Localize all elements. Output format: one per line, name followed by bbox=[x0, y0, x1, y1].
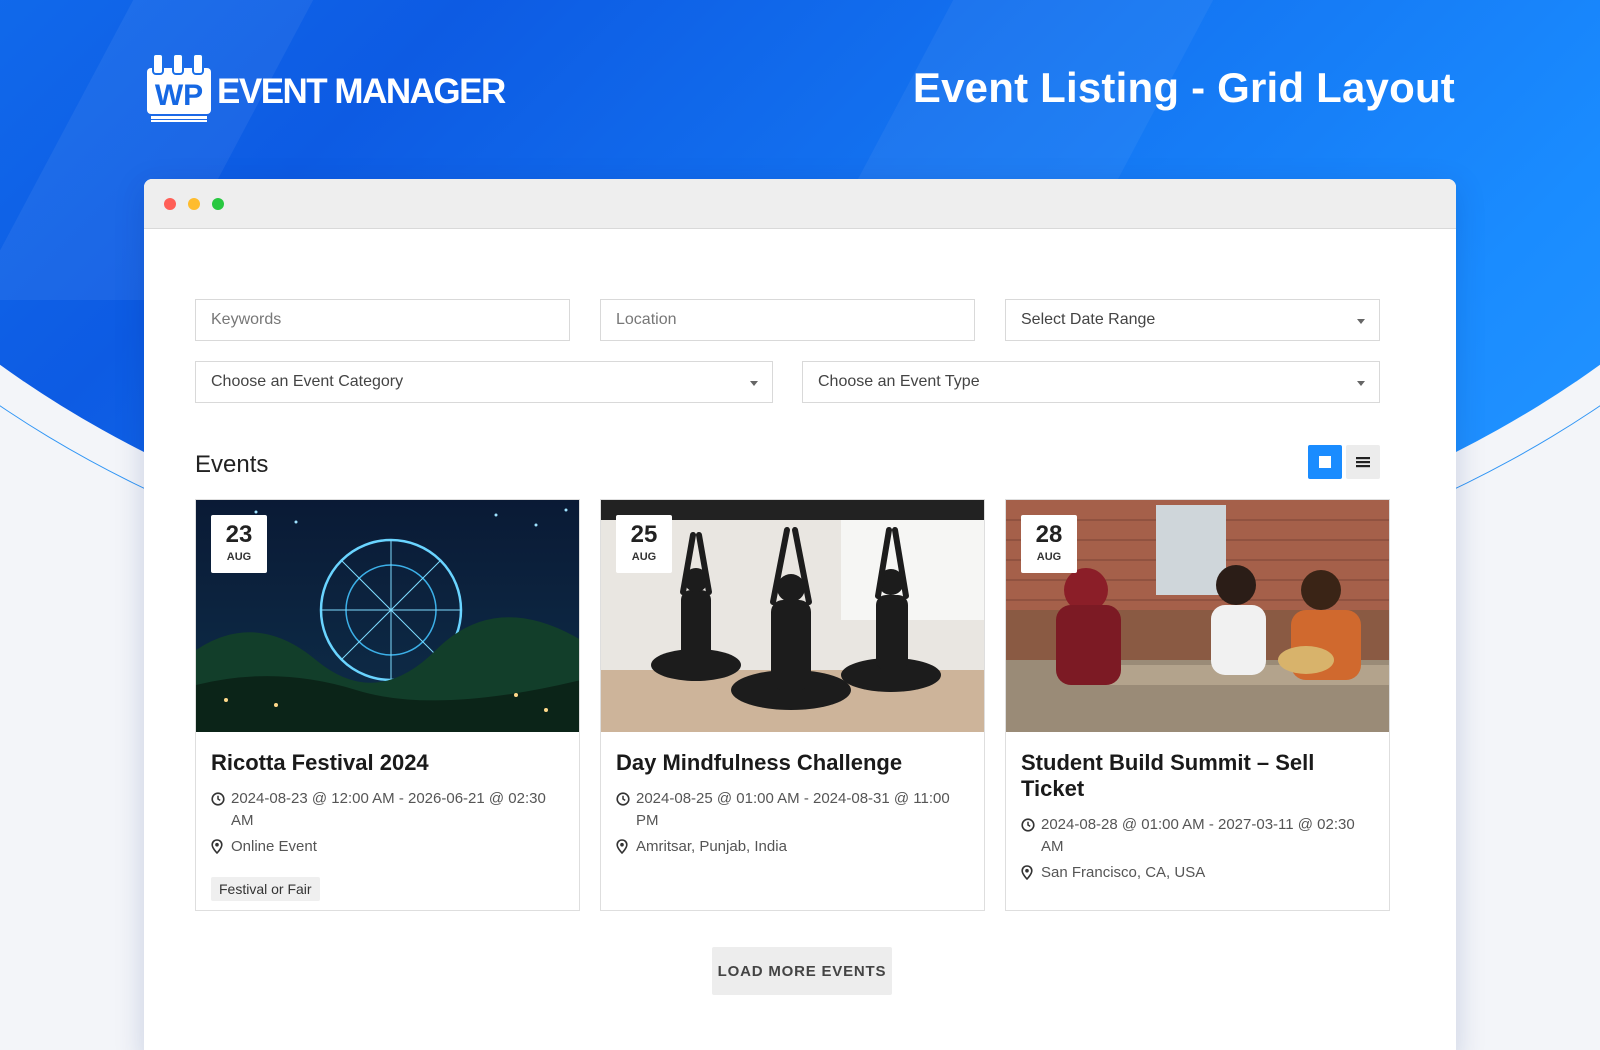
browser-window: Select Date Range Choose an Event Catego… bbox=[144, 179, 1456, 1050]
clock-icon bbox=[616, 788, 636, 832]
maximize-dot[interactable] bbox=[212, 197, 224, 210]
event-image[interactable]: 25 AUG bbox=[601, 500, 984, 732]
date-badge: 28 AUG bbox=[1021, 515, 1077, 573]
event-image[interactable]: 23 AUG bbox=[196, 500, 579, 732]
event-day: 25 bbox=[630, 521, 658, 548]
minimize-dot[interactable] bbox=[188, 197, 200, 210]
event-month: AUG bbox=[1036, 551, 1062, 563]
event-title[interactable]: Student Build Summit – Sell Ticket bbox=[1021, 750, 1374, 802]
clock-icon bbox=[1021, 814, 1041, 858]
event-location: Online Event bbox=[231, 838, 317, 855]
event-location: San Francisco, CA, USA bbox=[1041, 864, 1206, 881]
close-dot[interactable] bbox=[164, 197, 176, 210]
brand-name: EVENT MANAGER bbox=[217, 72, 506, 111]
page-title: Event Listing - Grid Layout bbox=[912, 64, 1455, 111]
category-select[interactable]: Choose an Event Category bbox=[195, 361, 773, 403]
event-title[interactable]: Ricotta Festival 2024 bbox=[211, 750, 564, 776]
event-image[interactable]: 28 AUG bbox=[1006, 500, 1389, 732]
event-month: AUG bbox=[226, 551, 252, 563]
list-view-button[interactable] bbox=[1346, 445, 1380, 479]
event-card[interactable]: 23 AUG Ricotta Festival 2024 2024-08-23 … bbox=[195, 499, 580, 911]
date-range-select[interactable]: Select Date Range bbox=[1005, 299, 1380, 341]
load-more-button[interactable]: LOAD MORE EVENTS bbox=[712, 947, 892, 995]
list-icon bbox=[1356, 457, 1370, 468]
chevron-down-icon bbox=[1357, 319, 1365, 324]
view-toggle bbox=[1304, 445, 1380, 479]
keywords-field[interactable] bbox=[195, 299, 570, 341]
type-select[interactable]: Choose an Event Type bbox=[802, 361, 1380, 403]
brand-logo[interactable]: WP EVENT MANAGER bbox=[145, 53, 506, 124]
event-datetime: 2024-08-28 @ 01:00 AM - 2027-03-11 @ 02:… bbox=[1041, 816, 1355, 855]
event-day: 28 bbox=[1035, 521, 1063, 548]
window-titlebar bbox=[144, 179, 1456, 229]
chevron-down-icon bbox=[1357, 381, 1365, 386]
wp-logo-icon: WP bbox=[145, 53, 213, 124]
event-day: 23 bbox=[225, 521, 253, 548]
grid-icon bbox=[1319, 456, 1331, 468]
event-datetime: 2024-08-25 @ 01:00 AM - 2024-08-31 @ 11:… bbox=[636, 790, 950, 829]
type-value: Choose an Event Type bbox=[818, 373, 980, 390]
event-card[interactable]: 28 AUG Student Build Summit – Sell Ticke… bbox=[1005, 499, 1390, 911]
event-category-tag[interactable]: Festival or Fair bbox=[211, 877, 320, 901]
chevron-down-icon bbox=[750, 381, 758, 386]
grid-view-button[interactable] bbox=[1308, 445, 1342, 479]
event-datetime: 2024-08-23 @ 12:00 AM - 2026-06-21 @ 02:… bbox=[231, 790, 546, 829]
date-badge: 25 AUG bbox=[616, 515, 672, 573]
event-month: AUG bbox=[631, 551, 657, 563]
event-location: Amritsar, Punjab, India bbox=[636, 838, 787, 855]
location-input[interactable] bbox=[616, 311, 974, 329]
map-pin-icon bbox=[211, 836, 231, 861]
map-pin-icon bbox=[616, 836, 636, 861]
events-heading: Events bbox=[195, 451, 269, 478]
location-field[interactable] bbox=[600, 299, 975, 341]
category-value: Choose an Event Category bbox=[211, 373, 404, 390]
keywords-input[interactable] bbox=[211, 311, 569, 329]
event-card[interactable]: 25 AUG Day Mindfulness Challenge 2024-08… bbox=[600, 499, 985, 911]
event-grid: 23 AUG Ricotta Festival 2024 2024-08-23 … bbox=[195, 499, 1405, 911]
clock-icon bbox=[211, 788, 231, 832]
map-pin-icon bbox=[1021, 862, 1041, 887]
event-title[interactable]: Day Mindfulness Challenge bbox=[616, 750, 969, 776]
svg-text:WP: WP bbox=[155, 79, 203, 112]
date-range-value: Select Date Range bbox=[1021, 311, 1156, 328]
date-badge: 23 AUG bbox=[211, 515, 267, 573]
